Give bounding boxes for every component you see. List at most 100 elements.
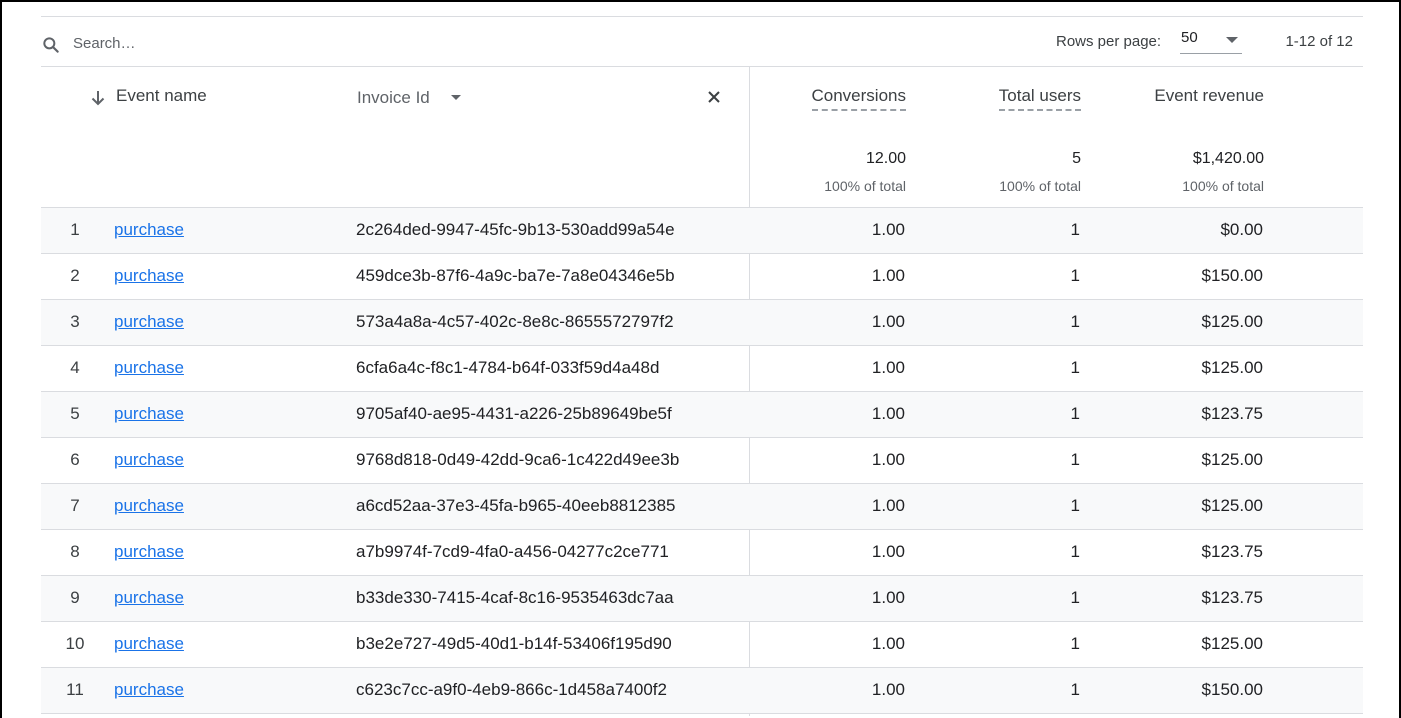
- total-users-cell: 1: [1070, 496, 1080, 515]
- column-header-conversions[interactable]: Conversions: [811, 86, 906, 111]
- rows-per-page-value: 50: [1181, 29, 1198, 46]
- event-revenue-cell: $125.00: [1201, 496, 1263, 515]
- total-conversions: 12.00: [865, 150, 906, 167]
- close-icon[interactable]: [706, 89, 722, 105]
- row-index: 5: [70, 404, 80, 423]
- total-users: 5: [1072, 150, 1081, 167]
- search-input[interactable]: [73, 31, 373, 55]
- table-row: 5 purchase 9705af40-ae95-4431-a226-25b89…: [41, 392, 1363, 438]
- total-users-cell: 1: [1070, 358, 1080, 377]
- row-index: 1: [70, 220, 80, 239]
- row-index: 8: [70, 542, 80, 561]
- event-revenue-cell: $0.00: [1220, 220, 1263, 239]
- search-icon: [43, 37, 59, 53]
- invoice-id-cell: b3e2e727-49d5-40d1-b14f-53406f195d90: [356, 634, 672, 653]
- table-toolbar: Rows per page: 50 1-12 of 12: [41, 17, 1363, 67]
- invoice-id-cell: 573a4a8a-4c57-402c-8e8c-8655572797f2: [356, 312, 674, 331]
- event-name-link[interactable]: purchase: [114, 358, 184, 378]
- total-users-cell: 1: [1070, 404, 1080, 423]
- table-row: 4 purchase 6cfa6a4c-f8c1-4784-b64f-033f5…: [41, 346, 1363, 392]
- caret-down-icon: [451, 95, 461, 100]
- table-row: 1 purchase 2c264ded-9947-45fc-9b13-530ad…: [41, 208, 1363, 254]
- pagination-range: 1-12 of 12: [1285, 33, 1353, 50]
- row-index: 3: [70, 312, 80, 331]
- event-name-link[interactable]: purchase: [114, 312, 184, 332]
- event-revenue-cell: $125.00: [1201, 358, 1263, 377]
- table-row: 3 purchase 573a4a8a-4c57-402c-8e8c-86555…: [41, 300, 1363, 346]
- conversions-cell: 1.00: [871, 496, 905, 515]
- event-name-link[interactable]: purchase: [114, 542, 184, 562]
- table-row: 8 purchase a7b9974f-7cd9-4fa0-a456-04277…: [41, 530, 1363, 576]
- invoice-id-cell: 9705af40-ae95-4431-a226-25b89649be5f: [356, 404, 672, 423]
- total-conversions-percent: 100% of total: [824, 178, 906, 194]
- table-row: 9 purchase b33de330-7415-4caf-8c16-95354…: [41, 576, 1363, 622]
- event-revenue-cell: $123.75: [1201, 588, 1263, 607]
- invoice-id-cell: c623c7cc-a9f0-4eb9-866c-1d458a7400f2: [356, 680, 667, 699]
- conversions-cell: 1.00: [871, 312, 905, 331]
- conversions-cell: 1.00: [871, 358, 905, 377]
- total-users-cell: 1: [1070, 450, 1080, 469]
- column-header-invoice-id: Invoice Id: [357, 88, 430, 107]
- total-users-cell: 1: [1070, 542, 1080, 561]
- invoice-id-dimension-dropdown[interactable]: Invoice Id: [357, 88, 461, 108]
- conversions-cell: 1.00: [871, 542, 905, 561]
- total-users-cell: 1: [1070, 680, 1080, 699]
- invoice-id-cell: 6cfa6a4c-f8c1-4784-b64f-033f59d4a48d: [356, 358, 660, 377]
- table-body: 1 purchase 2c264ded-9947-45fc-9b13-530ad…: [41, 208, 1363, 714]
- event-name-link[interactable]: purchase: [114, 634, 184, 654]
- event-name-link[interactable]: purchase: [114, 450, 184, 470]
- event-name-link[interactable]: purchase: [114, 496, 184, 516]
- total-event-revenue-percent: 100% of total: [1182, 178, 1264, 194]
- conversions-cell: 1.00: [871, 266, 905, 285]
- event-revenue-cell: $125.00: [1201, 450, 1263, 469]
- row-index: 2: [70, 266, 80, 285]
- event-name-link[interactable]: purchase: [114, 588, 184, 608]
- rows-per-page-select[interactable]: 50: [1180, 27, 1242, 54]
- total-users-cell: 1: [1070, 266, 1080, 285]
- event-revenue-cell: $125.00: [1201, 312, 1263, 331]
- caret-down-icon: [1226, 37, 1238, 43]
- event-name-link[interactable]: purchase: [114, 220, 184, 240]
- invoice-id-cell: a7b9974f-7cd9-4fa0-a456-04277c2ce771: [356, 542, 669, 561]
- conversions-cell: 1.00: [871, 588, 905, 607]
- event-name-link[interactable]: purchase: [114, 266, 184, 286]
- conversions-cell: 1.00: [871, 680, 905, 699]
- total-users-cell: 1: [1070, 634, 1080, 653]
- table-row: 7 purchase a6cd52aa-37e3-45fa-b965-40eeb…: [41, 484, 1363, 530]
- table-row: 6 purchase 9768d818-0d49-42dd-9ca6-1c422…: [41, 438, 1363, 484]
- event-name-link[interactable]: purchase: [114, 404, 184, 424]
- arrow-down-icon[interactable]: [91, 90, 105, 106]
- total-users-percent: 100% of total: [999, 178, 1081, 194]
- conversions-cell: 1.00: [871, 450, 905, 469]
- conversions-cell: 1.00: [871, 404, 905, 423]
- total-users-cell: 1: [1070, 312, 1080, 331]
- row-index: 4: [70, 358, 80, 377]
- conversions-cell: 1.00: [871, 220, 905, 239]
- conversions-cell: 1.00: [871, 634, 905, 653]
- table-row: 2 purchase 459dce3b-87f6-4a9c-ba7e-7a8e0…: [41, 254, 1363, 300]
- event-revenue-cell: $150.00: [1201, 266, 1263, 285]
- total-event-revenue: $1,420.00: [1192, 150, 1264, 167]
- row-index: 9: [70, 588, 80, 607]
- table-row: 10 purchase b3e2e727-49d5-40d1-b14f-5340…: [41, 622, 1363, 668]
- total-users-cell: 1: [1070, 588, 1080, 607]
- rows-per-page-label: Rows per page:: [1056, 33, 1162, 50]
- invoice-id-cell: 2c264ded-9947-45fc-9b13-530add99a54e: [356, 220, 675, 239]
- row-index: 10: [65, 634, 85, 653]
- column-header-total-users[interactable]: Total users: [998, 86, 1081, 111]
- invoice-id-cell: b33de330-7415-4caf-8c16-9535463dc7aa: [356, 588, 674, 607]
- row-index: 6: [70, 450, 80, 469]
- event-revenue-cell: $150.00: [1201, 680, 1263, 699]
- table-row: 11 purchase c623c7cc-a9f0-4eb9-866c-1d45…: [41, 668, 1363, 714]
- event-revenue-cell: $123.75: [1201, 542, 1263, 561]
- invoice-id-cell: 459dce3b-87f6-4a9c-ba7e-7a8e04346e5b: [356, 266, 675, 285]
- column-header-event-name[interactable]: Event name: [116, 86, 207, 106]
- event-revenue-cell: $125.00: [1201, 634, 1263, 653]
- event-revenue-cell: $123.75: [1201, 404, 1263, 423]
- row-index: 11: [66, 680, 84, 699]
- invoice-id-cell: 9768d818-0d49-42dd-9ca6-1c422d49ee3b: [356, 450, 680, 469]
- row-index: 7: [70, 496, 80, 515]
- event-name-link[interactable]: purchase: [114, 680, 184, 700]
- invoice-id-cell: a6cd52aa-37e3-45fa-b965-40eeb8812385: [356, 496, 676, 515]
- column-header-event-revenue[interactable]: Event revenue: [1154, 86, 1264, 106]
